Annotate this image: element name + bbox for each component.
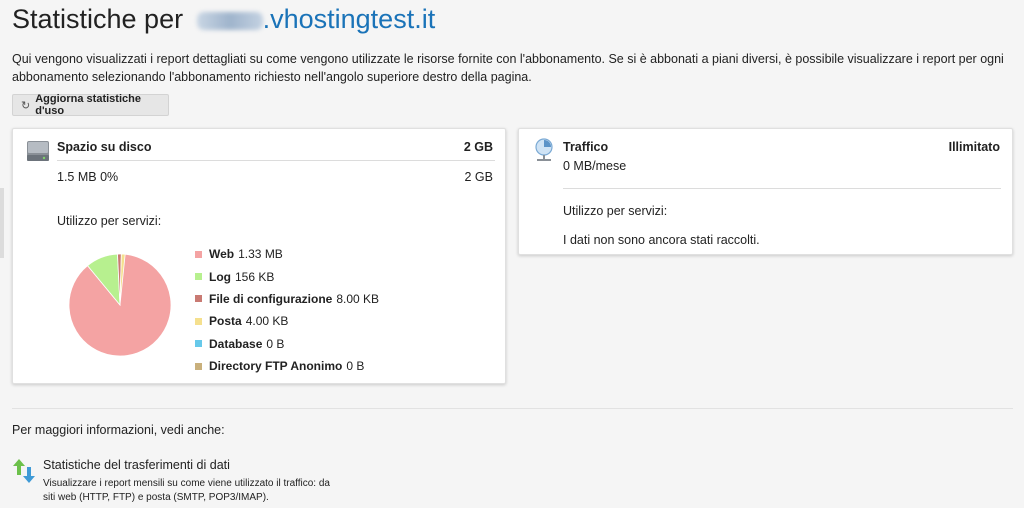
page-title: Statistiche per .vhostingtest.it <box>12 4 435 35</box>
disk-usage-pie-chart <box>68 253 172 357</box>
more-info-heading: Per maggiori informazioni, vedi anche: <box>12 423 225 437</box>
traffic-card: Traffico Illimitato 0 MB/mese Utilizzo p… <box>518 128 1013 255</box>
legend-service-value: 0 B <box>346 359 365 374</box>
traffic-title: Traffico <box>563 140 609 154</box>
legend-service-name: Directory FTP Anonimo <box>209 359 343 374</box>
disk-legend-item: Directory FTP Anonimo 0 B <box>195 355 379 377</box>
legend-service-name: Web <box>209 247 235 262</box>
disk-legend-item: Log 156 KB <box>195 265 379 287</box>
legend-swatch <box>195 250 202 258</box>
disk-usage-text: 1.5 MB 0% <box>57 170 119 184</box>
disk-space-limit: 2 GB <box>463 140 493 154</box>
related-transfer-stats-description: Visualizzare i report mensili su come vi… <box>43 478 330 503</box>
disk-usage-legend: Web 1.33 MB Log 156 KB File di configurazion… <box>195 243 379 377</box>
disk-services-label: Utilizzo per servizi: <box>57 214 162 228</box>
legend-swatch <box>195 295 202 303</box>
hard-drive-icon <box>27 141 49 161</box>
legend-service-name: File di configurazione <box>209 291 333 306</box>
legend-swatch <box>195 340 202 348</box>
disk-legend-item: File di configurazione 8.00 KB <box>195 288 379 310</box>
traffic-empty-text: I dati non sono ancora stati raccolti. <box>563 233 760 247</box>
transfer-arrows-icon <box>13 459 35 483</box>
refresh-statistics-label: Aggiorna statistiche d'uso <box>35 93 141 117</box>
disk-usage-total: 2 GB <box>464 170 494 184</box>
legend-service-value: 4.00 KB <box>245 314 289 329</box>
legend-service-name: Database <box>209 336 263 351</box>
page-title-prefix: Statistiche per <box>12 4 184 34</box>
legend-swatch <box>195 362 202 370</box>
legend-service-value: 8.00 KB <box>336 291 380 306</box>
legend-service-value: 156 KB <box>235 269 275 284</box>
legend-service-name: Posta <box>209 314 242 329</box>
legend-swatch <box>195 273 202 281</box>
section-divider <box>12 408 1013 409</box>
intro-text: Qui vengono visualizzati i report dettag… <box>12 52 1004 84</box>
traffic-divider <box>563 188 1001 189</box>
left-edge-tab <box>0 188 4 258</box>
legend-service-value: 0 B <box>266 336 285 351</box>
disk-space-title: Spazio su disco <box>57 140 152 154</box>
traffic-usage-text: 0 MB/mese <box>563 159 627 173</box>
refresh-icon: ↻ <box>21 99 31 112</box>
traffic-limit: Illimitato <box>948 140 1000 154</box>
disk-space-card: Spazio su disco 2 GB 1.5 MB 0% 2 GB Util… <box>12 128 506 384</box>
refresh-statistics-button[interactable]: ↻ Aggiorna statistiche d'uso <box>12 93 169 117</box>
traffic-services-label: Utilizzo per servizi: <box>563 204 668 218</box>
disk-legend-item: Posta 4.00 KB <box>195 310 379 332</box>
page-title-domain: .vhostingtest.it <box>262 4 436 34</box>
disk-legend-item: Database 0 B <box>195 333 379 355</box>
redacted-subdomain <box>196 11 263 30</box>
legend-service-value: 1.33 MB <box>238 247 283 262</box>
disk-legend-item: Web 1.33 MB <box>195 243 379 265</box>
legend-service-name: Log <box>209 269 231 284</box>
disk-divider <box>57 160 495 161</box>
traffic-gauge-icon <box>535 138 553 161</box>
legend-swatch <box>195 317 202 325</box>
related-transfer-stats-link[interactable]: Statistiche del trasferimenti di dati <box>43 458 230 472</box>
